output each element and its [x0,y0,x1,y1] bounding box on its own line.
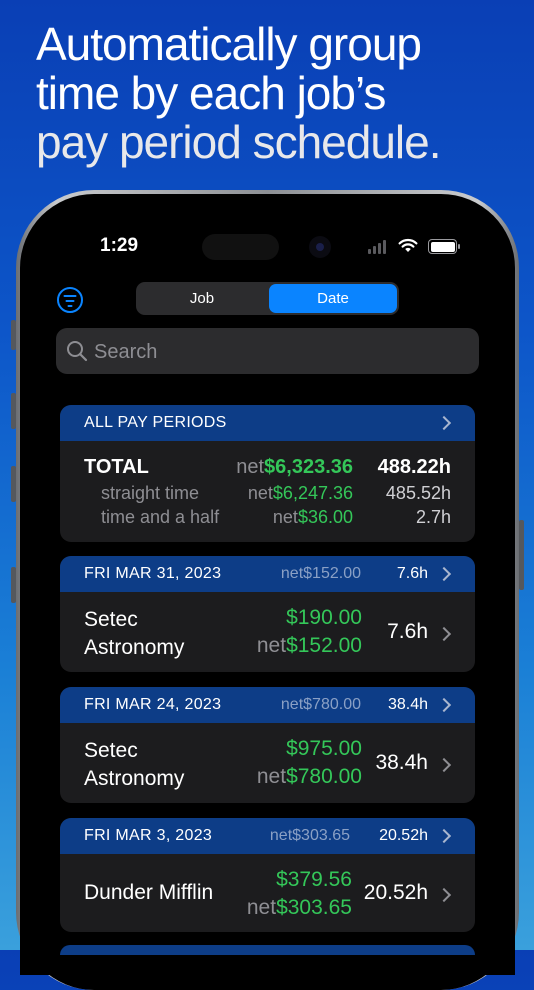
search-icon [67,341,88,362]
total-net-value: net$6,323.36 [236,456,353,478]
total-hours: 488.22h [377,456,451,478]
search-field[interactable]: Search [56,328,479,374]
job-name: Setec Astronomy [84,739,185,790]
job-hours: 20.52h [363,881,428,904]
period-header[interactable]: FRI MAR 3, 2023 net$303.65 20.52h [60,818,475,854]
time-and-a-half-hours: 2.7h [415,507,451,527]
period-date: FRI MAR 24, 2023 [84,696,222,713]
chevron-right-icon [436,887,452,903]
chevron-right-icon [436,566,452,582]
period-hours: 20.52h [379,827,428,844]
side-button-action [11,320,16,350]
cellular-signal-icon [368,240,386,254]
period-net: net$303.65 [269,827,350,844]
job-hours: 38.4h [375,751,428,774]
job-hours: 7.6h [387,620,428,643]
section-header: ALL PAY PERIODS [60,405,475,441]
job-net: net$303.65 [246,896,352,919]
status-time: 1:29 [100,235,139,256]
headline-line-2: time by each job’s [36,67,386,119]
all-pay-periods-card[interactable]: ALL PAY PERIODS TOTAL net$6,323.36 488.2… [60,405,475,542]
headline-line-1: Automatically group [36,18,422,70]
search-placeholder: Search [94,341,158,363]
straight-time-hours: 485.52h [385,483,451,503]
period-header[interactable]: FRI MAR 31, 2023 net$152.00 7.6h [60,556,475,592]
pay-period-card[interactable]: FRI MAR 3, 2023 net$303.65 20.52h Dunder… [60,818,475,932]
battery-icon [428,239,460,254]
total-label: TOTAL [84,456,149,478]
period-net: net$780.00 [280,696,361,713]
chevron-right-icon [436,415,452,431]
period-hours: 7.6h [396,565,428,582]
side-button-volume-up [11,393,16,429]
section-header-label: ALL PAY PERIODS [84,414,227,431]
pay-period-card[interactable]: FRI MAR 31, 2023 net$152.00 7.6h Setec As… [60,556,475,672]
camera-icon [309,236,331,258]
chevron-right-icon [436,697,452,713]
job-name: Setec Astronomy [84,608,185,659]
period-hours: 38.4h [387,696,428,713]
segment-job[interactable]: Job [138,284,266,313]
job-gross: $190.00 [286,606,362,629]
job-gross: $379.56 [276,868,352,891]
dynamic-island [202,234,279,260]
side-button-volume-down [11,466,16,502]
chevron-right-icon [436,626,452,642]
view-segmented-control: Job Date [136,282,399,315]
straight-time-net: net$6,247.36 [247,483,353,503]
segment-date[interactable]: Date [269,284,397,313]
side-button-extra [11,567,16,603]
job-gross: $975.00 [286,737,362,760]
chevron-right-icon [436,757,452,773]
time-and-a-half-net: net$36.00 [272,507,353,527]
pay-period-card[interactable]: FRI MAR 24, 2023 net$780.00 38.4h Setec A… [60,687,475,803]
period-date: FRI MAR 31, 2023 [84,565,222,582]
straight-time-label: straight time [101,483,200,503]
side-button-power [519,520,524,590]
chevron-right-icon [436,828,452,844]
next-period-header [60,945,475,955]
time-and-a-half-label: time and a half [101,507,220,527]
job-net: net$152.00 [256,634,362,657]
period-header[interactable]: FRI MAR 24, 2023 net$780.00 38.4h [60,687,475,723]
headline: Automatically group time by each job’s p… [36,20,516,167]
wifi-icon [398,238,418,252]
job-name: Dunder Mifflin [84,881,214,904]
period-date: FRI MAR 3, 2023 [84,827,213,844]
filter-icon[interactable] [57,287,83,313]
job-net: net$780.00 [256,765,362,788]
period-net: net$152.00 [280,565,361,582]
headline-line-3: pay period schedule. [36,116,442,168]
